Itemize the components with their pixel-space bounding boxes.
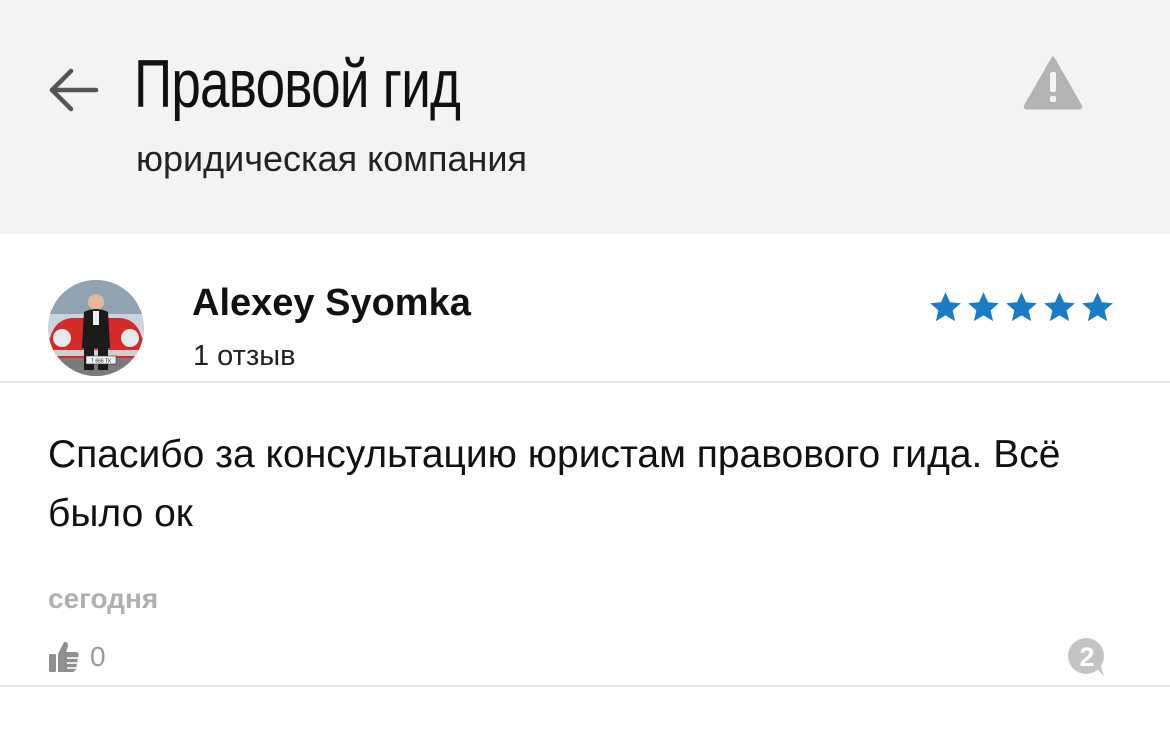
star-icon bbox=[930, 292, 961, 322]
review-text: Спасибо за консультацию юристам правовог… bbox=[48, 433, 1061, 535]
app-header: Правовой гид юридическая компания bbox=[0, 0, 1170, 234]
warning-icon bbox=[1023, 56, 1083, 110]
star-icon bbox=[1006, 292, 1037, 322]
star-icon bbox=[1082, 292, 1113, 322]
comments-button[interactable]: 2 bbox=[1066, 636, 1108, 678]
page-subtitle: юридическая компания bbox=[136, 138, 528, 179]
like-button[interactable]: 0 bbox=[48, 637, 106, 677]
author-name[interactable]: Alexey Syomka bbox=[192, 282, 471, 325]
like-count: 0 bbox=[90, 641, 106, 672]
star-icon bbox=[1044, 292, 1075, 322]
star-icon bbox=[968, 292, 999, 322]
back-button[interactable] bbox=[44, 60, 104, 120]
comment-bubble-icon: 2 bbox=[1068, 638, 1104, 676]
avatar[interactable]: Т 666 ТК bbox=[48, 280, 144, 376]
author-review-count: 1 отзыв bbox=[193, 340, 296, 372]
page-title: Правовой гид bbox=[134, 46, 461, 122]
divider bbox=[0, 685, 1170, 687]
svg-text:Т 666 ТК: Т 666 ТК bbox=[91, 359, 111, 365]
star-rating bbox=[928, 290, 1115, 325]
divider bbox=[0, 381, 1170, 383]
review-date: сегодня bbox=[48, 583, 159, 614]
arrow-left-icon bbox=[49, 68, 99, 112]
comments-count: 2 bbox=[1079, 642, 1094, 672]
thumbs-up-icon bbox=[49, 641, 79, 672]
report-button[interactable] bbox=[1022, 54, 1084, 110]
